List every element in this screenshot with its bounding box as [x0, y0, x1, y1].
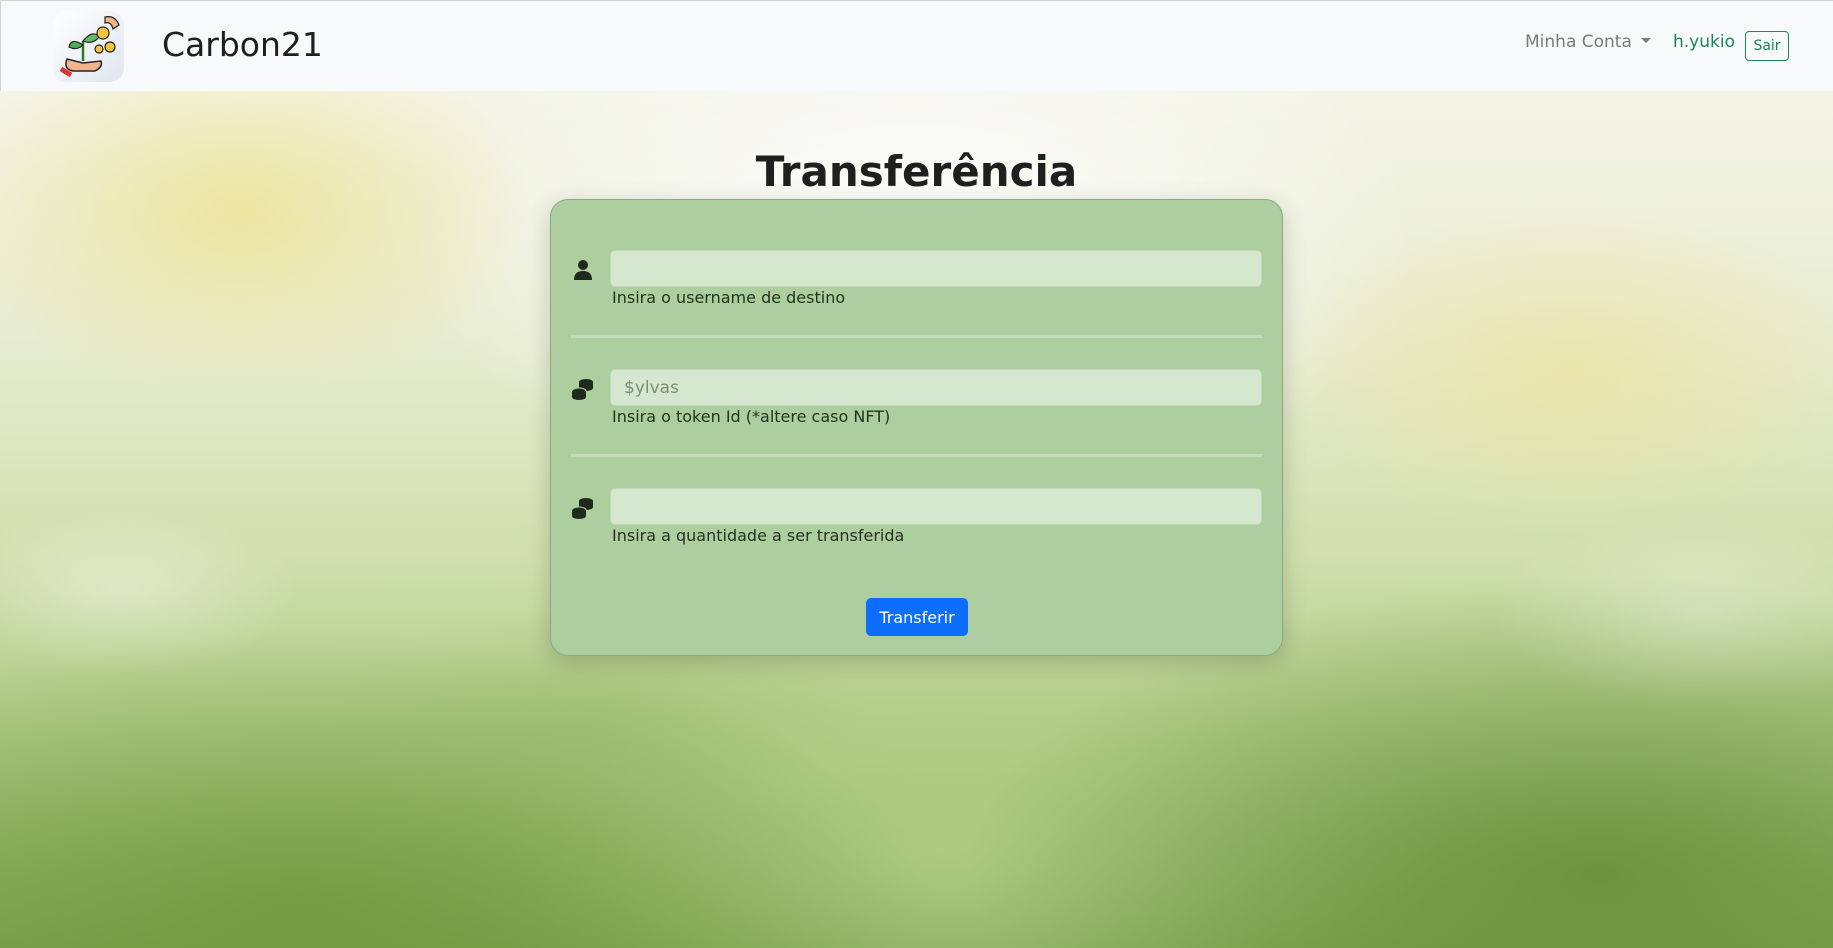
transfer-button[interactable]: Transferir [866, 598, 968, 636]
token-id-help-text: Insira o token Id (*altere caso NFT) [612, 407, 891, 426]
current-username[interactable]: h.yukio [1673, 30, 1735, 54]
amount-input[interactable] [610, 488, 1262, 525]
transfer-form-card: Insira o username de destino Insira o to… [550, 199, 1283, 656]
amount-help-text: Insira a quantidade a ser transferida [612, 526, 905, 545]
coins-icon [571, 496, 595, 520]
brand-name[interactable]: Carbon21 [162, 23, 323, 67]
token-id-input[interactable] [610, 369, 1262, 406]
username-input[interactable] [610, 250, 1262, 287]
page-title: Transferência [755, 147, 1078, 197]
divider [571, 335, 1262, 338]
logout-button[interactable]: Sair [1745, 31, 1789, 61]
carbon21-logo[interactable] [53, 11, 124, 82]
account-dropdown[interactable]: Minha Conta [1525, 30, 1651, 54]
divider [571, 454, 1262, 457]
top-navbar: Carbon21 Minha Conta h.yukio Sair [0, 0, 1833, 91]
caret-down-icon [1640, 38, 1651, 43]
user-icon [571, 258, 595, 282]
coins-icon [571, 377, 595, 401]
username-help-text: Insira o username de destino [612, 288, 846, 307]
account-dropdown-label: Minha Conta [1525, 32, 1632, 52]
